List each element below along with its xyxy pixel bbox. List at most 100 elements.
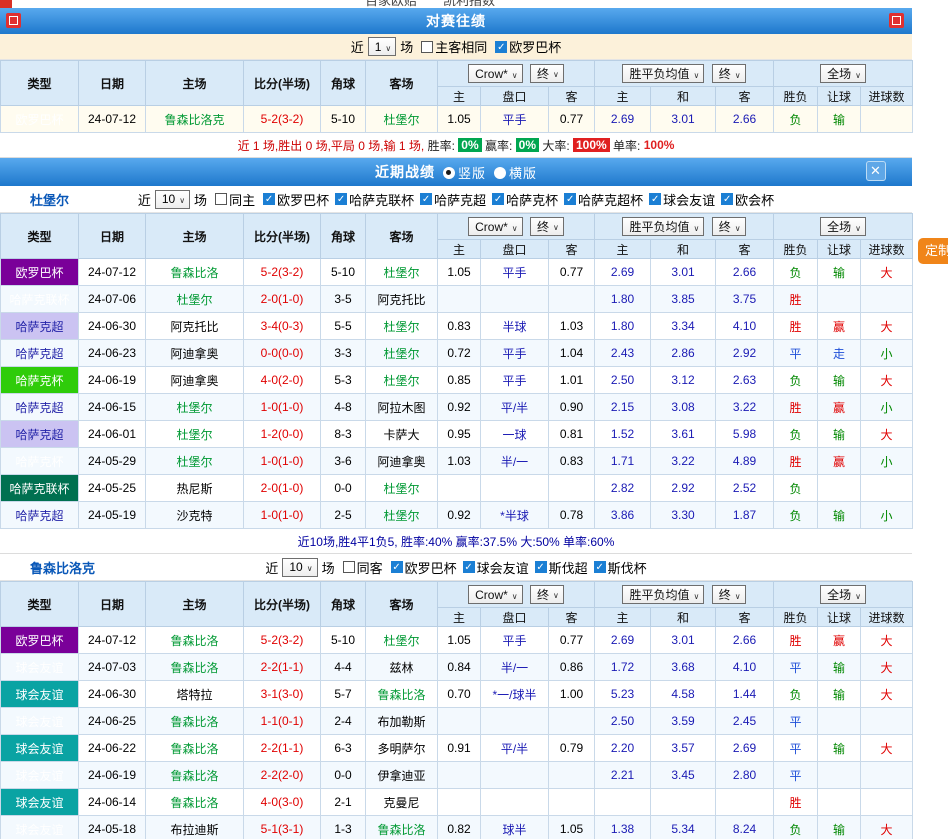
cell: 3-6 xyxy=(321,448,366,475)
vertical-radio[interactable] xyxy=(443,167,455,179)
cell: 赢 xyxy=(818,448,861,475)
league-filter-checkbox[interactable]: 哈萨克联杯 xyxy=(335,190,414,209)
league-filter-checkbox[interactable]: 斯伐超 xyxy=(535,558,588,577)
cell xyxy=(818,475,861,502)
final-odds-select[interactable]: 终 xyxy=(712,217,746,236)
cell: 欧罗巴杯 xyxy=(1,627,79,654)
match-count-select[interactable]: 1 xyxy=(368,37,397,56)
league-checklist: 欧罗巴杯哈萨克联杯哈萨克超哈萨克杯哈萨克超杯球会友谊欧会杯 xyxy=(257,190,774,209)
red-box-icon[interactable] xyxy=(889,13,904,28)
league-filter-checkbox[interactable]: 欧罗巴杯 xyxy=(263,190,329,209)
summary-segment: 大:50% xyxy=(520,533,563,550)
cell: *半球 xyxy=(481,502,549,529)
league-filter-checkbox[interactable]: 球会友谊 xyxy=(463,558,529,577)
cell: 3.12 xyxy=(651,367,716,394)
fulltime-select[interactable]: 全场 xyxy=(820,585,866,604)
cell: 阿克托比 xyxy=(146,313,244,340)
league-label: 欧罗巴杯 xyxy=(509,37,561,56)
match-count-select[interactable]: 10 xyxy=(282,558,317,577)
league-filter-checkbox[interactable]: 欧会杯 xyxy=(721,190,774,209)
cell: 大 xyxy=(861,816,913,839)
bookmaker-select[interactable]: Crow* xyxy=(468,64,523,83)
checkbox-icon[interactable] xyxy=(535,561,547,573)
cell: 欧罗巴杯 xyxy=(1,259,79,286)
cell: 2.69 xyxy=(716,735,774,762)
horizontal-radio[interactable] xyxy=(494,167,506,179)
red-box-icon[interactable] xyxy=(6,13,21,28)
cell: 阿拉木图 xyxy=(366,394,438,421)
league-filter-checkbox[interactable]: 欧罗巴杯 xyxy=(391,558,457,577)
checkbox-icon[interactable] xyxy=(263,193,275,205)
same-home-checkbox[interactable]: 同主 xyxy=(215,190,255,209)
checkbox-icon[interactable] xyxy=(421,41,433,53)
league-filter-checkbox[interactable]: 哈萨克杯 xyxy=(492,190,558,209)
cell: 球会友谊 xyxy=(1,681,79,708)
cell: 0.79 xyxy=(549,735,595,762)
chevron-down-icon xyxy=(381,40,391,54)
match-count-select[interactable]: 10 xyxy=(155,190,190,209)
euro-avg-select[interactable]: 胜平负均值 xyxy=(622,217,704,236)
final-odds-select[interactable]: 终 xyxy=(530,585,564,604)
final-odds-select[interactable]: 终 xyxy=(530,217,564,236)
cell: 赢 xyxy=(818,627,861,654)
final-odds-select[interactable]: 终 xyxy=(530,64,564,83)
checkbox-icon[interactable] xyxy=(564,193,576,205)
euro-avg-select[interactable]: 胜平负均值 xyxy=(622,585,704,604)
close-icon[interactable]: ✕ xyxy=(866,161,886,181)
side-tab-customize[interactable]: 定制 xyxy=(918,238,948,264)
cell: 24-05-29 xyxy=(79,448,146,475)
checkbox-icon[interactable] xyxy=(335,193,347,205)
cell: 1.52 xyxy=(595,421,651,448)
cell: 1.05 xyxy=(438,627,481,654)
checkbox-icon[interactable] xyxy=(721,193,733,205)
cell: 胜 xyxy=(774,627,818,654)
cell xyxy=(481,708,549,735)
checkbox-icon[interactable] xyxy=(420,193,432,205)
summary-segment: 单率:60% xyxy=(563,533,614,550)
checkbox-icon[interactable] xyxy=(215,193,227,205)
bookmaker-select[interactable]: Crow* xyxy=(468,585,523,604)
checkbox-icon[interactable] xyxy=(391,561,403,573)
cell: 0.90 xyxy=(549,394,595,421)
league-filter-checkbox[interactable]: 哈萨克超 xyxy=(420,190,486,209)
summary-segment: 单率: xyxy=(610,137,644,154)
cell: 4-0(2-0) xyxy=(244,367,321,394)
chevron-down-icon xyxy=(690,588,700,602)
chevron-down-icon xyxy=(851,588,861,602)
league-filter-checkbox[interactable]: 球会友谊 xyxy=(649,190,715,209)
checkbox-icon[interactable] xyxy=(594,561,606,573)
checkbox-icon[interactable] xyxy=(463,561,475,573)
fulltime-select[interactable]: 全场 xyxy=(820,64,866,83)
cell: 0.77 xyxy=(549,106,595,133)
sub-goals: 进球数 xyxy=(861,87,913,106)
league-filter-checkbox[interactable]: 欧罗巴杯 xyxy=(495,37,561,56)
cell: 球会友谊 xyxy=(1,654,79,681)
final-odds-select[interactable]: 终 xyxy=(712,64,746,83)
cell: 平 xyxy=(774,762,818,789)
cell xyxy=(861,106,913,133)
euro-avg-select[interactable]: 胜平负均值 xyxy=(622,64,704,83)
fulltime-select[interactable]: 全场 xyxy=(820,217,866,236)
cell: 0.92 xyxy=(438,394,481,421)
cell: 5-10 xyxy=(321,259,366,286)
cell: 阿迪拿奥 xyxy=(146,367,244,394)
cell: 杜堡尔 xyxy=(146,448,244,475)
final-odds-select[interactable]: 终 xyxy=(712,585,746,604)
same-home-away-checkbox[interactable]: 主客相同 xyxy=(421,37,487,56)
table-row: 球会友谊24-06-14鲁森比洛4-0(3-0)2-1克曼尼胜 xyxy=(1,789,913,816)
checkbox-icon[interactable] xyxy=(343,561,355,573)
bookmaker-select[interactable]: Crow* xyxy=(468,217,523,236)
same-away-checkbox[interactable]: 同客 xyxy=(343,558,383,577)
cell xyxy=(549,475,595,502)
checkbox-icon[interactable] xyxy=(495,41,507,53)
cell: 2-1 xyxy=(321,789,366,816)
cell: 大 xyxy=(861,654,913,681)
cell: 大 xyxy=(861,367,913,394)
cell: 赢 xyxy=(818,394,861,421)
bookmaker-value: Crow* xyxy=(475,67,508,81)
league-filter-checkbox[interactable]: 斯伐杯 xyxy=(594,558,647,577)
cell: 杜堡尔 xyxy=(366,367,438,394)
checkbox-icon[interactable] xyxy=(649,193,661,205)
checkbox-icon[interactable] xyxy=(492,193,504,205)
league-filter-checkbox[interactable]: 哈萨克超杯 xyxy=(564,190,643,209)
